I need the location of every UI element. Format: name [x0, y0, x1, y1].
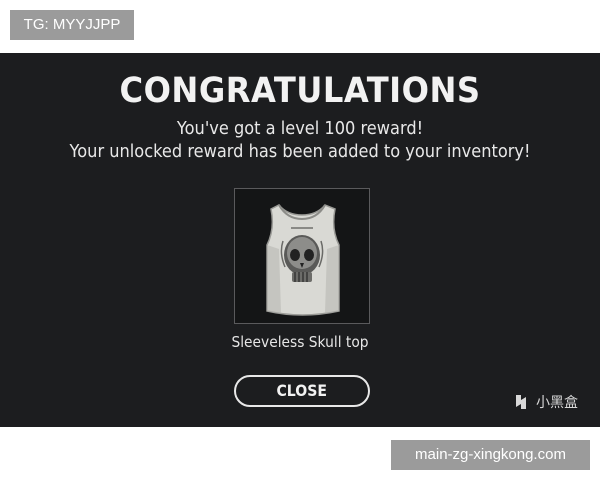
reward-item-name: Sleeveless Skull top	[231, 333, 369, 351]
sleeveless-skull-top-image	[266, 204, 340, 316]
dialog-message-line-2: Your unlocked reward has been added to y…	[69, 141, 531, 162]
close-button-label: CLOSE	[276, 381, 328, 400]
reward-item-frame	[234, 188, 370, 324]
xiaoheihe-logo-icon	[516, 395, 526, 409]
close-button[interactable]: CLOSE	[234, 375, 370, 407]
watermark-bottom: main-zg-xingkong.com	[391, 440, 590, 470]
brand-logo-text: 小黑盒	[536, 395, 578, 411]
reward-dialog: CONGRATULATIONS You've got a level 100 r…	[0, 53, 600, 427]
watermark-top: TG: MYYJJPP	[10, 10, 134, 40]
dialog-title: CONGRATULATIONS	[119, 71, 481, 111]
dialog-message-line-1: You've got a level 100 reward!	[176, 118, 424, 139]
brand-logo: 小黑盒	[512, 390, 578, 414]
